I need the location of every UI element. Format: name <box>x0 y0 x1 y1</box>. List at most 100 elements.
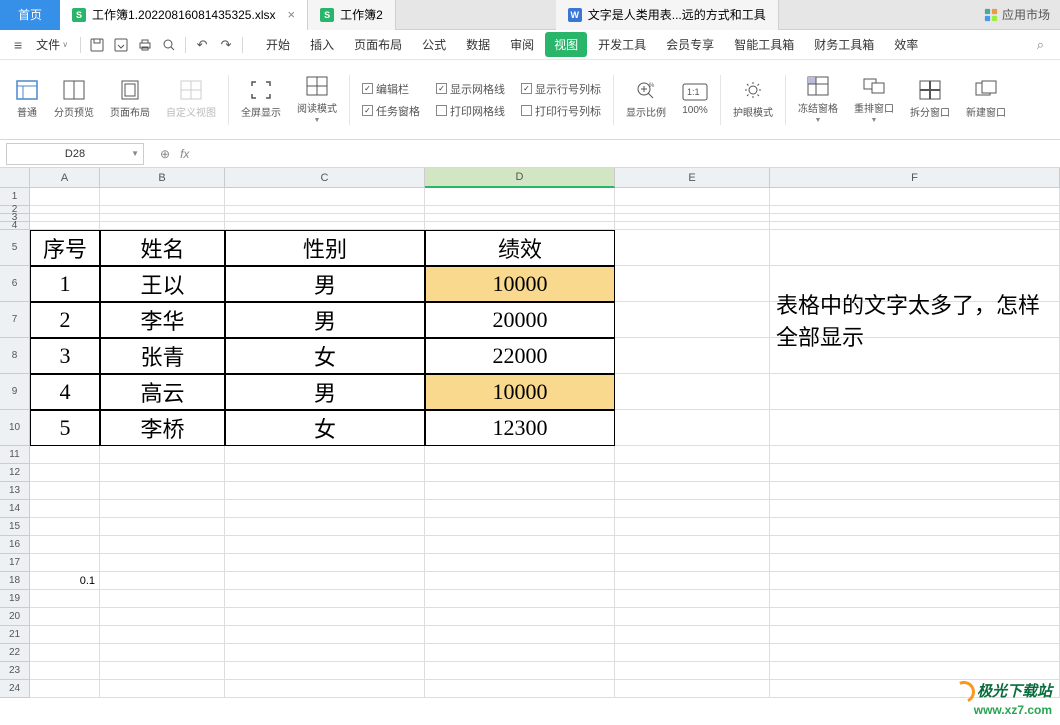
tab-file1[interactable]: S 工作簿1.20220816081435325.xlsx × <box>60 0 308 30</box>
row-header[interactable]: 8 <box>0 338 30 374</box>
cell[interactable] <box>100 662 225 680</box>
fx-label[interactable]: fx <box>180 147 189 161</box>
split-button[interactable]: 拆分窗口 <box>902 76 958 123</box>
cell[interactable] <box>770 536 1060 554</box>
qa-save-icon[interactable] <box>87 35 107 55</box>
cell[interactable] <box>425 518 615 536</box>
cell[interactable]: 2 <box>30 302 100 338</box>
pagebreak-button[interactable]: 分页预览 <box>46 76 102 123</box>
chk-printgrid[interactable]: 打印网格线 <box>436 103 505 119</box>
cell[interactable] <box>770 644 1060 662</box>
cell[interactable]: 0.1 <box>30 572 100 590</box>
spreadsheet-grid[interactable]: ABCDEF 123456789101112131415161718192021… <box>0 168 1060 725</box>
cell[interactable] <box>615 206 770 214</box>
menu-tab-layout[interactable]: 页面布局 <box>345 32 411 57</box>
row-header[interactable]: 15 <box>0 518 30 536</box>
col-header-E[interactable]: E <box>615 168 770 188</box>
freeze-button[interactable]: 冻结窗格 ▼ <box>790 72 846 128</box>
cell[interactable]: 20000 <box>425 302 615 338</box>
redo-icon[interactable]: ↷ <box>216 35 236 55</box>
row-header[interactable]: 5 <box>0 230 30 266</box>
cell[interactable]: 张青 <box>100 338 225 374</box>
cell[interactable] <box>30 590 100 608</box>
menu-tab-formula[interactable]: 公式 <box>413 32 455 57</box>
chk-printhead[interactable]: 打印行号列标 <box>521 103 601 119</box>
cell[interactable] <box>770 518 1060 536</box>
reading-mode-button[interactable]: 阅读模式 ▼ <box>289 72 345 128</box>
cell[interactable] <box>225 554 425 572</box>
cell[interactable] <box>615 590 770 608</box>
cell[interactable] <box>30 644 100 662</box>
close-icon[interactable]: × <box>287 7 295 22</box>
cell[interactable] <box>30 500 100 518</box>
app-market[interactable]: 应用市场 <box>984 6 1050 23</box>
row-header[interactable]: 21 <box>0 626 30 644</box>
cell[interactable] <box>770 374 1060 410</box>
cell[interactable] <box>100 518 225 536</box>
cell[interactable]: 姓名 <box>100 230 225 266</box>
cell[interactable] <box>425 536 615 554</box>
menu-tab-start[interactable]: 开始 <box>257 32 299 57</box>
cell[interactable] <box>770 410 1060 446</box>
cell[interactable] <box>225 222 425 230</box>
cell[interactable] <box>100 590 225 608</box>
zoom100-button[interactable]: 1:1 100% <box>674 79 716 120</box>
cell[interactable] <box>770 188 1060 206</box>
select-all-corner[interactable] <box>0 168 30 188</box>
cell[interactable] <box>615 482 770 500</box>
file-menu[interactable]: 文件∨ <box>30 34 74 55</box>
rearrange-button[interactable]: 重排窗口 ▼ <box>846 72 902 128</box>
cell[interactable]: 王以 <box>100 266 225 302</box>
cell[interactable] <box>615 680 770 698</box>
cell[interactable] <box>225 482 425 500</box>
menu-tab-smart[interactable]: 智能工具箱 <box>725 32 803 57</box>
cell[interactable] <box>30 626 100 644</box>
cell[interactable] <box>615 608 770 626</box>
cell[interactable] <box>425 572 615 590</box>
cell[interactable] <box>770 626 1060 644</box>
cell[interactable] <box>425 206 615 214</box>
cell[interactable] <box>30 206 100 214</box>
fullscreen-button[interactable]: 全屏显示 <box>233 76 289 123</box>
cell[interactable] <box>425 464 615 482</box>
row-header[interactable]: 11 <box>0 446 30 464</box>
row-header[interactable]: 9 <box>0 374 30 410</box>
cell[interactable]: 女 <box>225 338 425 374</box>
menu-tab-finance[interactable]: 财务工具箱 <box>805 32 883 57</box>
cell[interactable] <box>425 214 615 222</box>
cell[interactable] <box>100 626 225 644</box>
row-header[interactable]: 13 <box>0 482 30 500</box>
cell[interactable] <box>225 446 425 464</box>
cell[interactable]: 李桥 <box>100 410 225 446</box>
cell[interactable] <box>100 446 225 464</box>
cell[interactable] <box>225 626 425 644</box>
row-header[interactable]: 7 <box>0 302 30 338</box>
zoom-button[interactable]: % 显示比例 <box>618 76 674 123</box>
tab-file2[interactable]: S 工作簿2 <box>308 0 396 30</box>
cell[interactable] <box>770 500 1060 518</box>
menu-tab-data[interactable]: 数据 <box>457 32 499 57</box>
cell[interactable] <box>425 608 615 626</box>
cell[interactable] <box>225 680 425 698</box>
cell[interactable] <box>770 662 1060 680</box>
cell[interactable] <box>615 230 770 266</box>
cell[interactable]: 高云 <box>100 374 225 410</box>
tab-file3[interactable]: W 文字是人类用表...远的方式和工具 <box>556 0 779 30</box>
row-header[interactable]: 20 <box>0 608 30 626</box>
cell[interactable] <box>425 446 615 464</box>
cell[interactable] <box>100 536 225 554</box>
chk-headings[interactable]: 显示行号列标 <box>521 81 601 97</box>
cell[interactable] <box>30 608 100 626</box>
cell[interactable] <box>615 626 770 644</box>
cell[interactable]: 1 <box>30 266 100 302</box>
cell[interactable] <box>615 374 770 410</box>
pagelayout-button[interactable]: 页面布局 <box>102 76 158 123</box>
qa-print-icon[interactable] <box>135 35 155 55</box>
cell[interactable] <box>30 554 100 572</box>
menu-tab-dev[interactable]: 开发工具 <box>589 32 655 57</box>
chevron-down-icon[interactable]: ▼ <box>131 149 139 158</box>
normal-view-button[interactable]: 普通 <box>8 76 46 123</box>
cell[interactable] <box>770 608 1060 626</box>
cell[interactable] <box>615 410 770 446</box>
menu-tab-member[interactable]: 会员专享 <box>657 32 723 57</box>
